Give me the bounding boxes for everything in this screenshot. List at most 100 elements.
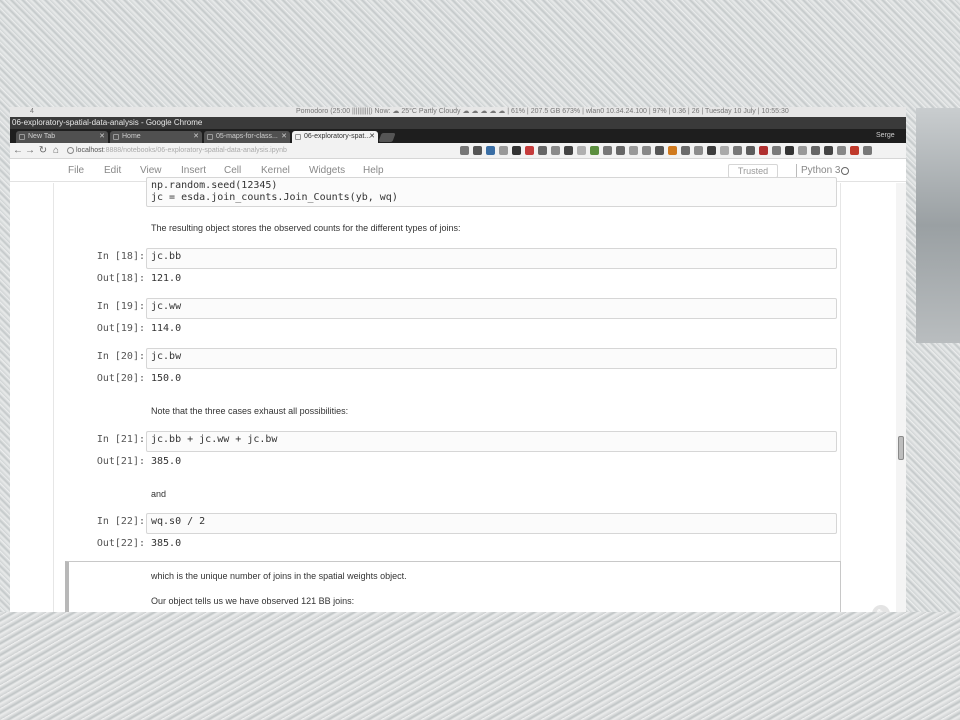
code-cell-input[interactable]: jc.bb + jc.ww + jc.bw bbox=[146, 431, 837, 452]
extension-icon[interactable] bbox=[642, 146, 651, 155]
extension-icon[interactable] bbox=[837, 146, 846, 155]
code-cell-input[interactable]: wq.s0 / 2 bbox=[146, 513, 837, 534]
close-icon[interactable]: ✕ bbox=[99, 131, 105, 143]
tab-exploratory-spatial[interactable]: 06-exploratory-spat... ✕ bbox=[292, 131, 378, 143]
extension-icon[interactable] bbox=[733, 146, 742, 155]
output-value: 385.0 bbox=[151, 538, 182, 549]
forward-icon[interactable]: → bbox=[24, 144, 36, 158]
extension-icon[interactable] bbox=[616, 146, 625, 155]
extension-icon[interactable] bbox=[538, 146, 547, 155]
extension-icon[interactable] bbox=[512, 146, 521, 155]
extension-icon[interactable] bbox=[759, 146, 768, 155]
tab-strip: New Tab ✕ Home ✕ 05-maps-for-class... ✕ … bbox=[10, 129, 906, 143]
extension-icon[interactable] bbox=[590, 146, 599, 155]
extension-icon[interactable] bbox=[798, 146, 807, 155]
tab-home[interactable]: Home ✕ bbox=[110, 131, 202, 143]
extension-icon[interactable] bbox=[668, 146, 677, 155]
page-icon bbox=[113, 134, 119, 140]
close-icon[interactable]: ✕ bbox=[369, 131, 375, 143]
tab-maps-for-classification[interactable]: 05-maps-for-class... ✕ bbox=[204, 131, 290, 143]
menu-widgets[interactable]: Widgets bbox=[309, 164, 345, 178]
jupyter-icon bbox=[207, 134, 213, 140]
menu-view[interactable]: View bbox=[140, 164, 162, 178]
markdown-cell[interactable]: which is the unique number of joins in t… bbox=[151, 569, 407, 583]
menu-cell[interactable]: Cell bbox=[224, 164, 241, 178]
close-icon[interactable]: ✕ bbox=[193, 131, 199, 143]
notebook-area: np.random.seed(12345) jc = esda.join_cou… bbox=[10, 177, 906, 612]
extension-icon[interactable] bbox=[694, 146, 703, 155]
desktop-side-panel bbox=[916, 108, 960, 343]
address-bar: ← → ↻ ⌂ localhost:8888/notebooks/06-expl… bbox=[10, 143, 906, 159]
notebook-edge bbox=[53, 183, 54, 612]
extension-icon[interactable] bbox=[551, 146, 560, 155]
new-tab-button[interactable] bbox=[378, 133, 396, 142]
menu-insert[interactable]: Insert bbox=[181, 164, 206, 178]
tab-label: Home bbox=[122, 133, 141, 140]
extension-icon[interactable] bbox=[629, 146, 638, 155]
markdown-cell[interactable]: Note that the three cases exhaust all po… bbox=[151, 404, 348, 418]
extension-icon[interactable] bbox=[824, 146, 833, 155]
reload-icon[interactable]: ↻ bbox=[37, 144, 49, 158]
markdown-cell[interactable]: The resulting object stores the observed… bbox=[151, 221, 461, 235]
code-cell-input[interactable]: np.random.seed(12345) jc = esda.join_cou… bbox=[146, 177, 837, 207]
home-icon[interactable]: ⌂ bbox=[50, 144, 62, 158]
page-icon bbox=[19, 134, 25, 140]
kernel-status-icon bbox=[841, 167, 849, 175]
extension-icon[interactable] bbox=[811, 146, 820, 155]
kernel-name: Python 3 bbox=[801, 165, 841, 176]
extension-icon[interactable] bbox=[473, 146, 482, 155]
extension-icon[interactable] bbox=[863, 146, 872, 155]
trusted-badge[interactable]: Trusted bbox=[728, 164, 778, 178]
close-icon[interactable]: ✕ bbox=[281, 131, 287, 143]
scrollbar-thumb[interactable] bbox=[898, 436, 904, 460]
extension-icon[interactable] bbox=[499, 146, 508, 155]
code-line: jc.bb + jc.ww + jc.bw bbox=[151, 434, 278, 445]
extension-icon[interactable] bbox=[603, 146, 612, 155]
extension-icon[interactable] bbox=[850, 146, 859, 155]
info-icon[interactable] bbox=[67, 147, 74, 154]
extension-icon[interactable] bbox=[746, 146, 755, 155]
extension-icon[interactable] bbox=[486, 146, 495, 155]
extension-icon[interactable] bbox=[460, 146, 469, 155]
code-line: jc.bw bbox=[151, 351, 182, 362]
menu-help[interactable]: Help bbox=[363, 164, 384, 178]
extension-icon[interactable] bbox=[577, 146, 586, 155]
extension-icon[interactable] bbox=[785, 146, 794, 155]
extension-icon[interactable] bbox=[707, 146, 716, 155]
extension-icon[interactable] bbox=[525, 146, 534, 155]
menu-edit[interactable]: Edit bbox=[104, 164, 121, 178]
code-line: jc = esda.join_counts.Join_Counts(yb, wq… bbox=[151, 192, 398, 203]
code-line: jc.bb bbox=[151, 251, 182, 262]
menu-file[interactable]: File bbox=[68, 164, 84, 178]
tab-new-tab[interactable]: New Tab ✕ bbox=[16, 131, 108, 143]
url-host: localhost bbox=[76, 147, 104, 154]
profile-name[interactable]: Serge bbox=[876, 129, 895, 143]
url-field[interactable]: localhost:8888/notebooks/06-exploratory-… bbox=[66, 145, 466, 157]
extension-icon[interactable] bbox=[655, 146, 664, 155]
window-title: 06-exploratory-spatial-data-analysis - G… bbox=[10, 117, 906, 129]
workspace-indicator[interactable]: 4 bbox=[30, 107, 34, 117]
output-prompt: Out[22]: bbox=[96, 538, 145, 549]
code-line: jc.ww bbox=[151, 301, 182, 312]
extension-icon[interactable] bbox=[564, 146, 573, 155]
code-cell-input[interactable]: jc.bb bbox=[146, 248, 837, 269]
extension-icon[interactable] bbox=[681, 146, 690, 155]
extension-icon[interactable] bbox=[772, 146, 781, 155]
code-line: np.random.seed(12345) bbox=[151, 180, 278, 191]
desktop-background bbox=[0, 612, 960, 720]
vertical-scrollbar[interactable] bbox=[896, 183, 906, 612]
markdown-cell[interactable]: and bbox=[151, 487, 166, 501]
url-path: :8888/notebooks/06-exploratory-spatial-d… bbox=[103, 147, 287, 154]
tab-label: 05-maps-for-class... bbox=[216, 133, 278, 140]
output-prompt: Out[20]: bbox=[96, 373, 145, 384]
extension-icon[interactable] bbox=[720, 146, 729, 155]
input-prompt: In [18]: bbox=[96, 251, 145, 262]
output-prompt: Out[21]: bbox=[96, 456, 145, 467]
menu-kernel[interactable]: Kernel bbox=[261, 164, 290, 178]
output-prompt: Out[18]: bbox=[96, 273, 145, 284]
os-status-bar: 4 Pomodoro (25:00 ||||||||||) Now: ☁ 25°… bbox=[10, 107, 906, 117]
code-cell-input[interactable]: jc.ww bbox=[146, 298, 837, 319]
markdown-cell[interactable]: Our object tells us we have observed 121… bbox=[151, 594, 354, 608]
code-cell-input[interactable]: jc.bw bbox=[146, 348, 837, 369]
back-icon[interactable]: ← bbox=[12, 144, 24, 158]
